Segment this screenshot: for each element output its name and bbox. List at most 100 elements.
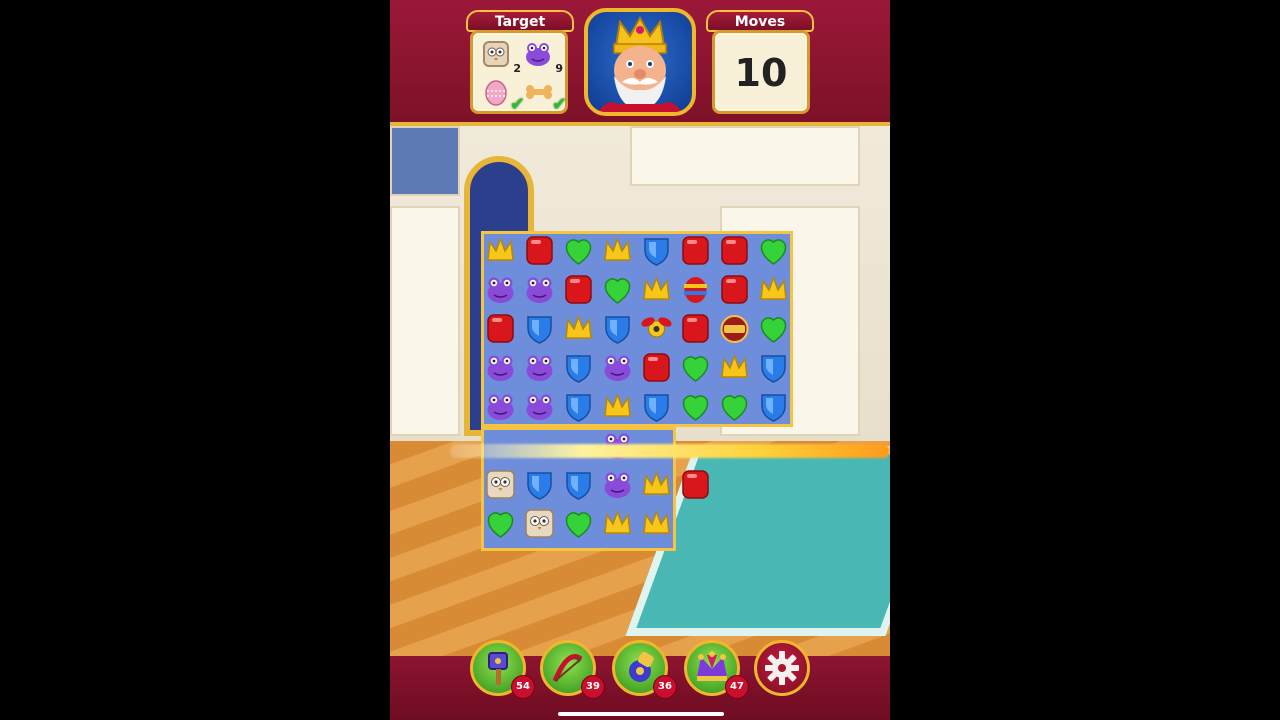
board-cell[interactable] (715, 231, 754, 270)
leaf-piece-icon (562, 507, 595, 540)
propeller-piece-icon (640, 312, 673, 345)
board-cell[interactable] (715, 309, 754, 348)
board-cell[interactable] (676, 309, 715, 348)
hammer-booster-button[interactable]: 54 (470, 640, 535, 699)
board-cell[interactable] (715, 387, 754, 426)
board-cell[interactable] (598, 270, 637, 309)
board-cell[interactable] (559, 309, 598, 348)
red-piece-icon (484, 312, 517, 345)
board-cell[interactable] (637, 231, 676, 270)
board-cell[interactable] (676, 270, 715, 309)
board-cell[interactable] (676, 387, 715, 426)
top-bar: Target 2 9 ✔ ✔ Moves 10 (390, 0, 890, 126)
board-cell[interactable] (754, 231, 793, 270)
board-cell[interactable] (520, 348, 559, 387)
owl-piece-icon (484, 468, 517, 501)
gear-icon (765, 651, 799, 685)
settings-button[interactable] (754, 640, 810, 696)
red-piece-icon (679, 468, 712, 501)
red-piece-icon (523, 234, 556, 267)
board-cell[interactable] (637, 504, 676, 543)
shield-piece-icon (562, 468, 595, 501)
red-piece-icon (718, 234, 751, 267)
frog-piece-icon (484, 390, 517, 423)
game-board (481, 231, 793, 551)
board-cell[interactable] (754, 309, 793, 348)
board-cell[interactable] (520, 465, 559, 504)
board-cell[interactable] (637, 348, 676, 387)
shield-piece-icon (562, 390, 595, 423)
board-cell[interactable] (520, 504, 559, 543)
frog-piece-icon (523, 351, 556, 384)
board-cell[interactable] (481, 231, 520, 270)
board-cell[interactable] (598, 309, 637, 348)
board-cell[interactable] (559, 270, 598, 309)
board-cell[interactable] (637, 465, 676, 504)
jester-hat-booster-button[interactable]: 47 (684, 640, 749, 699)
board-cell[interactable] (559, 387, 598, 426)
frog-piece-icon (523, 273, 556, 306)
board-cell[interactable] (598, 348, 637, 387)
board-cell[interactable] (676, 465, 715, 504)
board-cell[interactable] (598, 231, 637, 270)
red-piece-icon (562, 273, 595, 306)
owl-block-icon: 2 (481, 39, 521, 75)
leaf-piece-icon (757, 312, 790, 345)
board-cell[interactable] (520, 270, 559, 309)
crown-piece-icon (601, 507, 634, 540)
board-cell[interactable] (559, 504, 598, 543)
board-cell[interactable] (676, 231, 715, 270)
board-cell[interactable] (481, 309, 520, 348)
moves-panel: 10 (712, 30, 810, 114)
crown-piece-icon (562, 312, 595, 345)
board-cell[interactable] (520, 309, 559, 348)
crown-piece-icon (640, 273, 673, 306)
board-cell[interactable] (559, 348, 598, 387)
crown-piece-icon (757, 273, 790, 306)
crown-piece-icon (640, 468, 673, 501)
board-cell[interactable] (715, 270, 754, 309)
board-cell[interactable] (754, 387, 793, 426)
board-cell[interactable] (637, 387, 676, 426)
booster-count: 47 (725, 675, 749, 699)
board-cell[interactable] (481, 348, 520, 387)
board-cell[interactable] (754, 270, 793, 309)
game-screen: Target 2 9 ✔ ✔ Moves 10 54 39 36 47 (390, 0, 890, 720)
booster-count: 54 (511, 675, 535, 699)
leaf-piece-icon (601, 273, 634, 306)
board-cell[interactable] (676, 348, 715, 387)
board-cell[interactable] (754, 348, 793, 387)
striped-egg-piece-icon (679, 273, 712, 306)
board-cell[interactable] (715, 348, 754, 387)
board-cell[interactable] (520, 387, 559, 426)
board-cell[interactable] (637, 270, 676, 309)
board-cell[interactable] (481, 387, 520, 426)
leaf-piece-icon (679, 390, 712, 423)
board-cell[interactable] (598, 465, 637, 504)
board-cell[interactable] (598, 387, 637, 426)
frog-piece-icon (484, 351, 517, 384)
tnt-piece-icon (718, 312, 751, 345)
board-cell[interactable] (598, 504, 637, 543)
booster-count: 36 (653, 675, 677, 699)
board-cell[interactable] (481, 270, 520, 309)
shield-piece-icon (640, 234, 673, 267)
arrow-booster-button[interactable]: 39 (540, 640, 605, 699)
crown-piece-icon (484, 234, 517, 267)
cannon-booster-button[interactable]: 36 (612, 640, 677, 699)
red-piece-icon (718, 273, 751, 306)
board-cell[interactable] (559, 465, 598, 504)
home-indicator (558, 712, 724, 716)
board-cell[interactable] (637, 309, 676, 348)
pink-egg-icon: ✔ (481, 77, 525, 115)
red-piece-icon (640, 351, 673, 384)
board-cell[interactable] (481, 465, 520, 504)
crown-piece-icon (601, 234, 634, 267)
board-cell[interactable] (481, 504, 520, 543)
target-title: Target (466, 10, 574, 32)
board-cell[interactable] (520, 231, 559, 270)
bone-icon: ✔ (523, 77, 567, 115)
shield-piece-icon (523, 468, 556, 501)
rocket-beam-effect (450, 444, 890, 458)
board-cell[interactable] (559, 231, 598, 270)
